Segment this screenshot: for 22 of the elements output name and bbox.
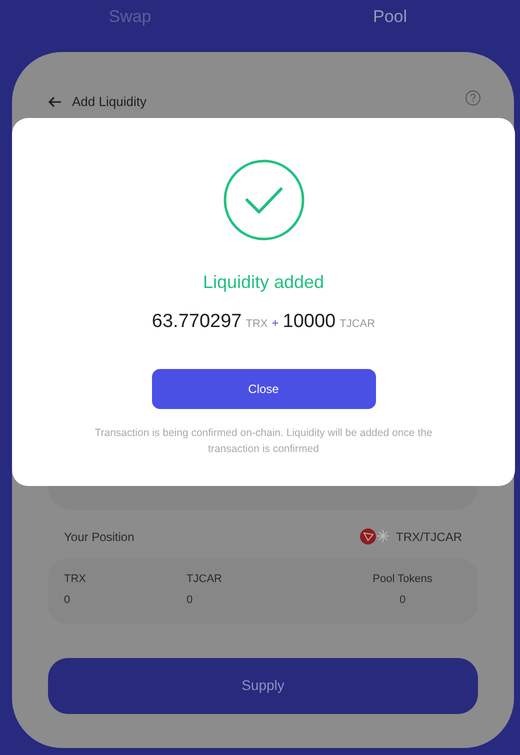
token-symbol: TJCAR	[340, 317, 376, 332]
token-symbol: TRX	[246, 317, 268, 332]
stat-label: TRX	[64, 572, 86, 586]
stat-label: TJCAR	[186, 572, 222, 586]
stat-value: 0	[399, 593, 406, 608]
check-circle-icon	[222, 159, 304, 241]
stat-value: 0	[186, 593, 193, 608]
stat-value: 0	[64, 593, 70, 608]
token-pair-icon	[360, 528, 390, 545]
back-arrow-icon[interactable]	[48, 96, 62, 108]
supply-button[interactable]: Supply	[48, 658, 478, 714]
amount: 10000	[282, 310, 336, 334]
position-label: Your Position	[64, 528, 134, 546]
nav-tab[interactable]: Pool	[260, 4, 520, 30]
plus-sign: +	[272, 315, 279, 332]
page-title: Add Liquidity	[72, 93, 146, 111]
confirmation-note: Transaction is being confirmed on-chain. Liquidity will be added once the transaction is confirmed	[94, 426, 434, 456]
stat-label: Pool Tokens	[372, 572, 432, 586]
dialog-title: Liquidity added	[202, 271, 324, 294]
pair-label: TRX/TJCAR	[396, 528, 462, 546]
amount: 63.770297	[152, 310, 242, 334]
close-button[interactable]: Close	[152, 368, 376, 408]
